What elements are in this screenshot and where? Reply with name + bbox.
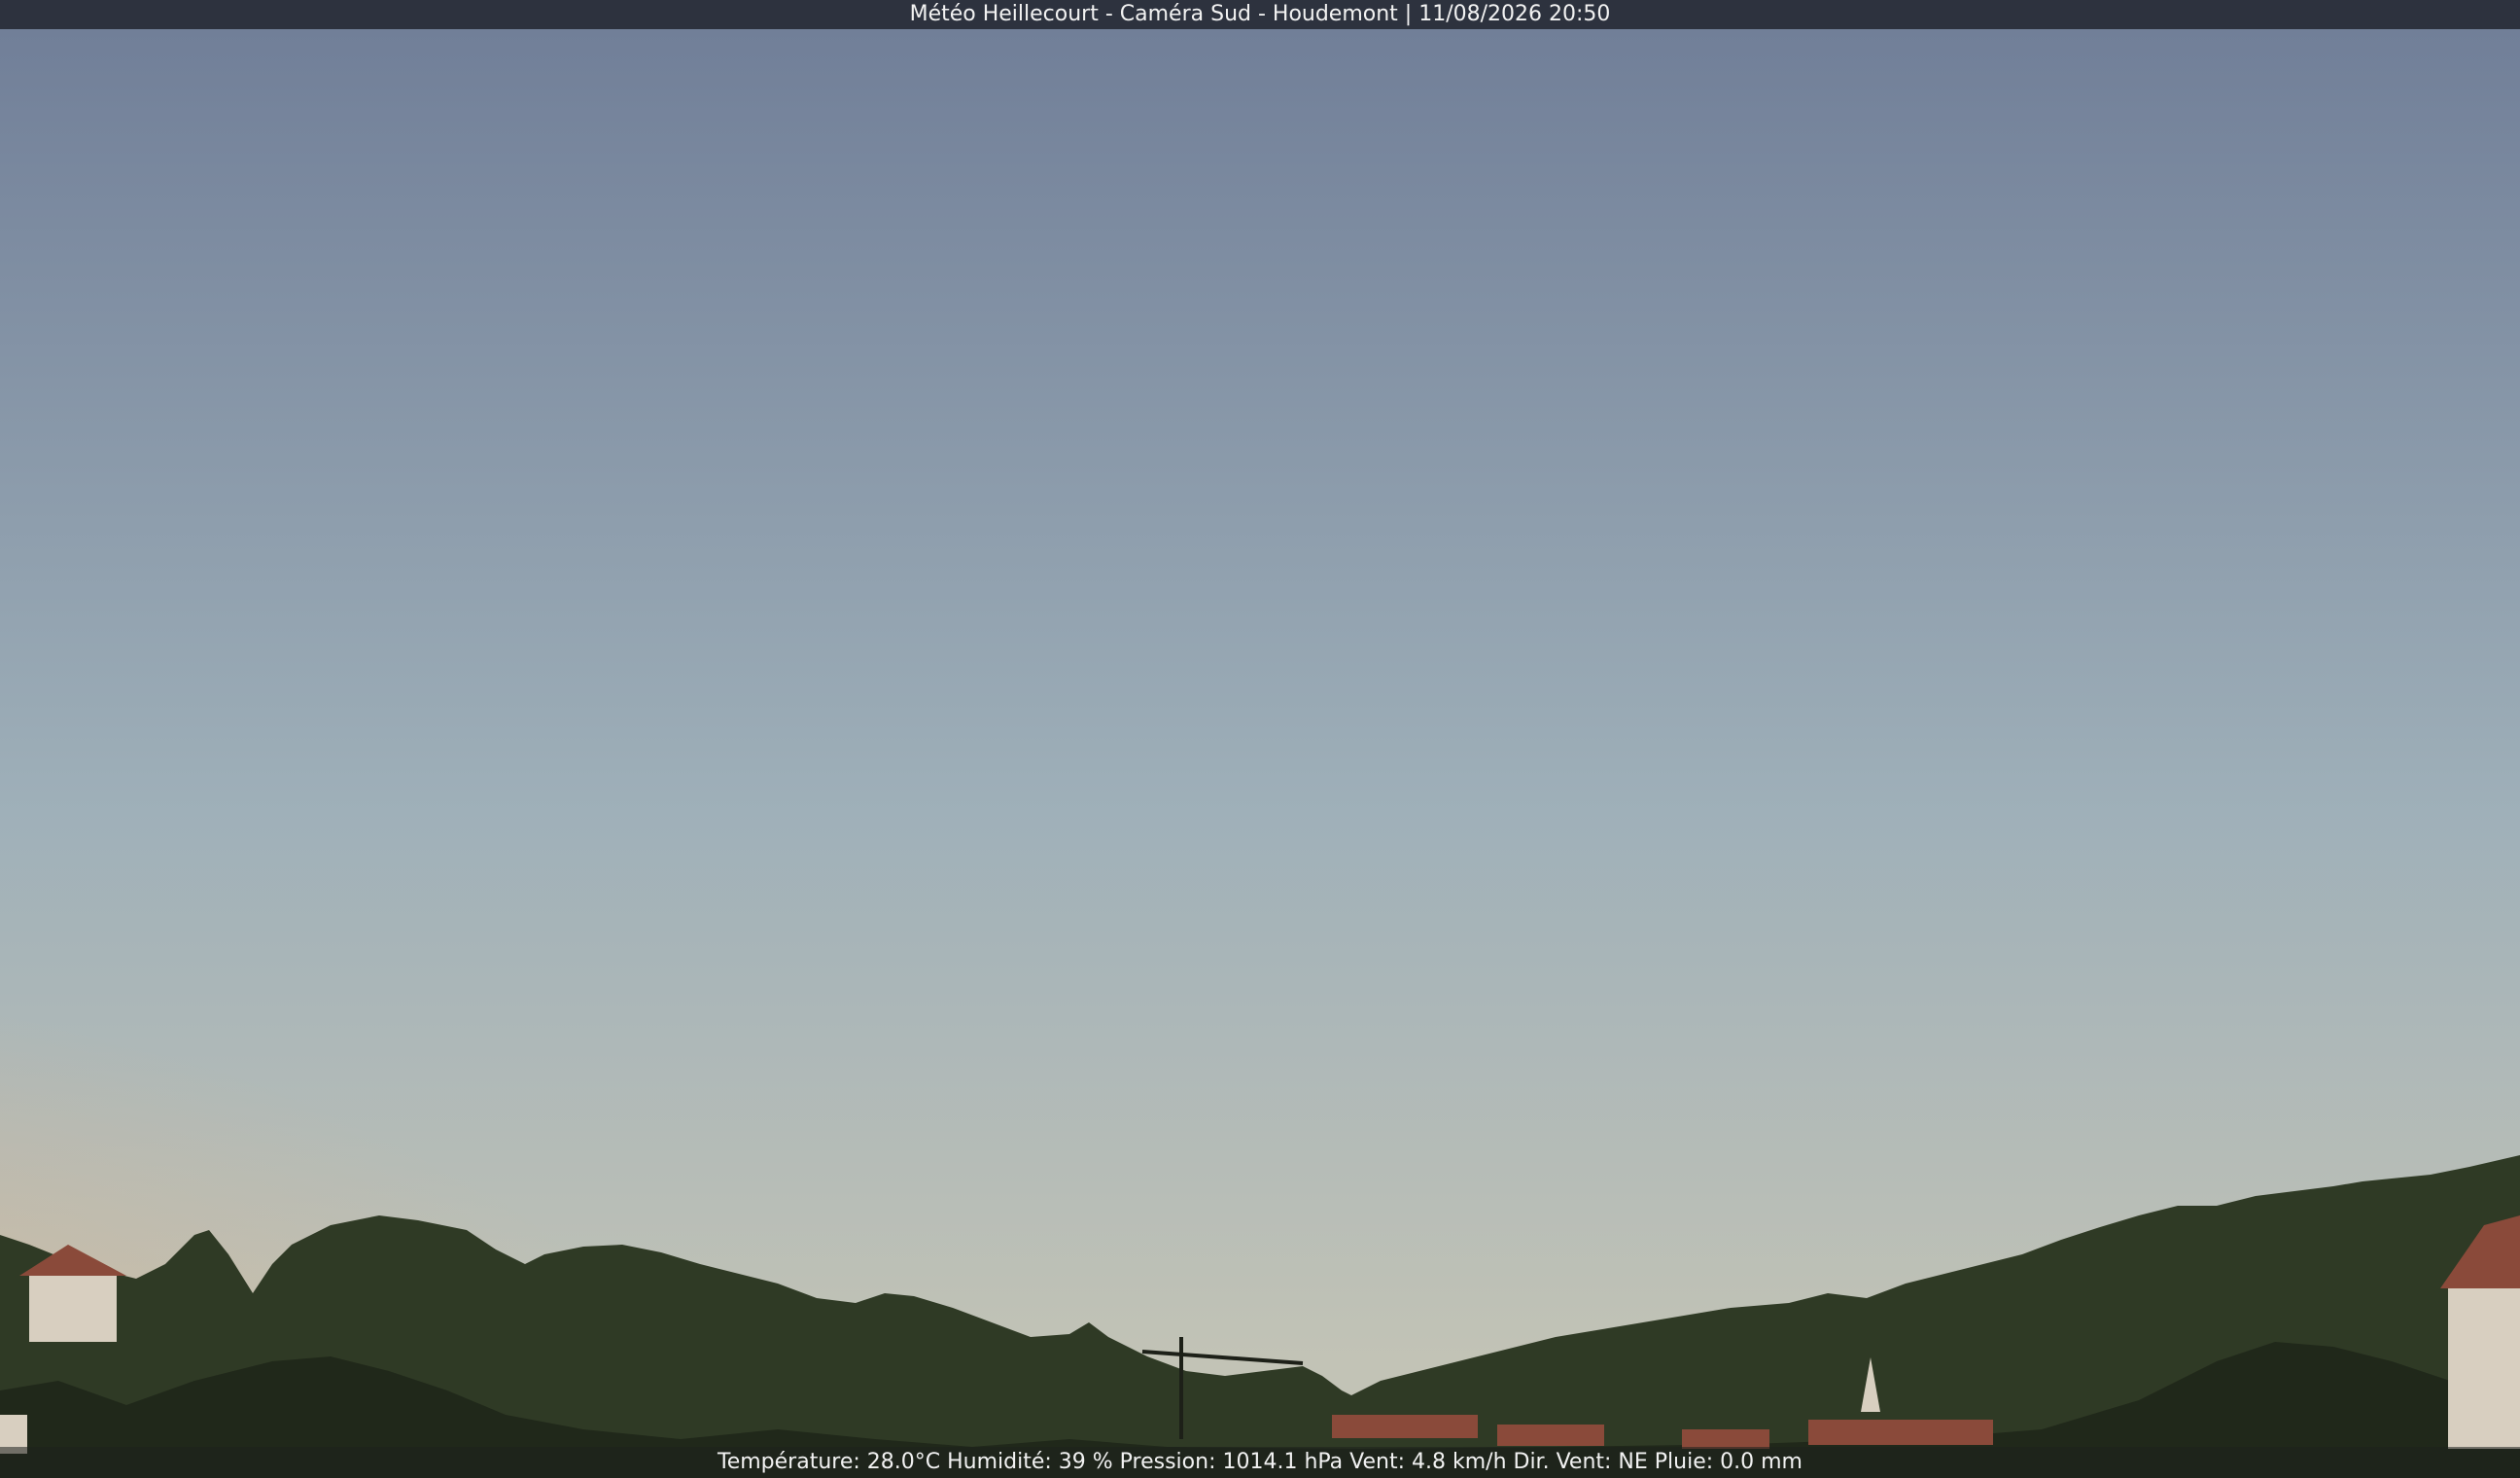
weather-readout-banner: Température: 28.0°C Humidité: 39 % Press… bbox=[0, 1447, 2520, 1478]
webcam-frame: Météo Heillecourt - Caméra Sud - Houdemo… bbox=[0, 0, 2520, 1478]
webcam-image bbox=[0, 0, 2520, 1478]
camera-title-banner: Météo Heillecourt - Caméra Sud - Houdemo… bbox=[0, 0, 2520, 29]
